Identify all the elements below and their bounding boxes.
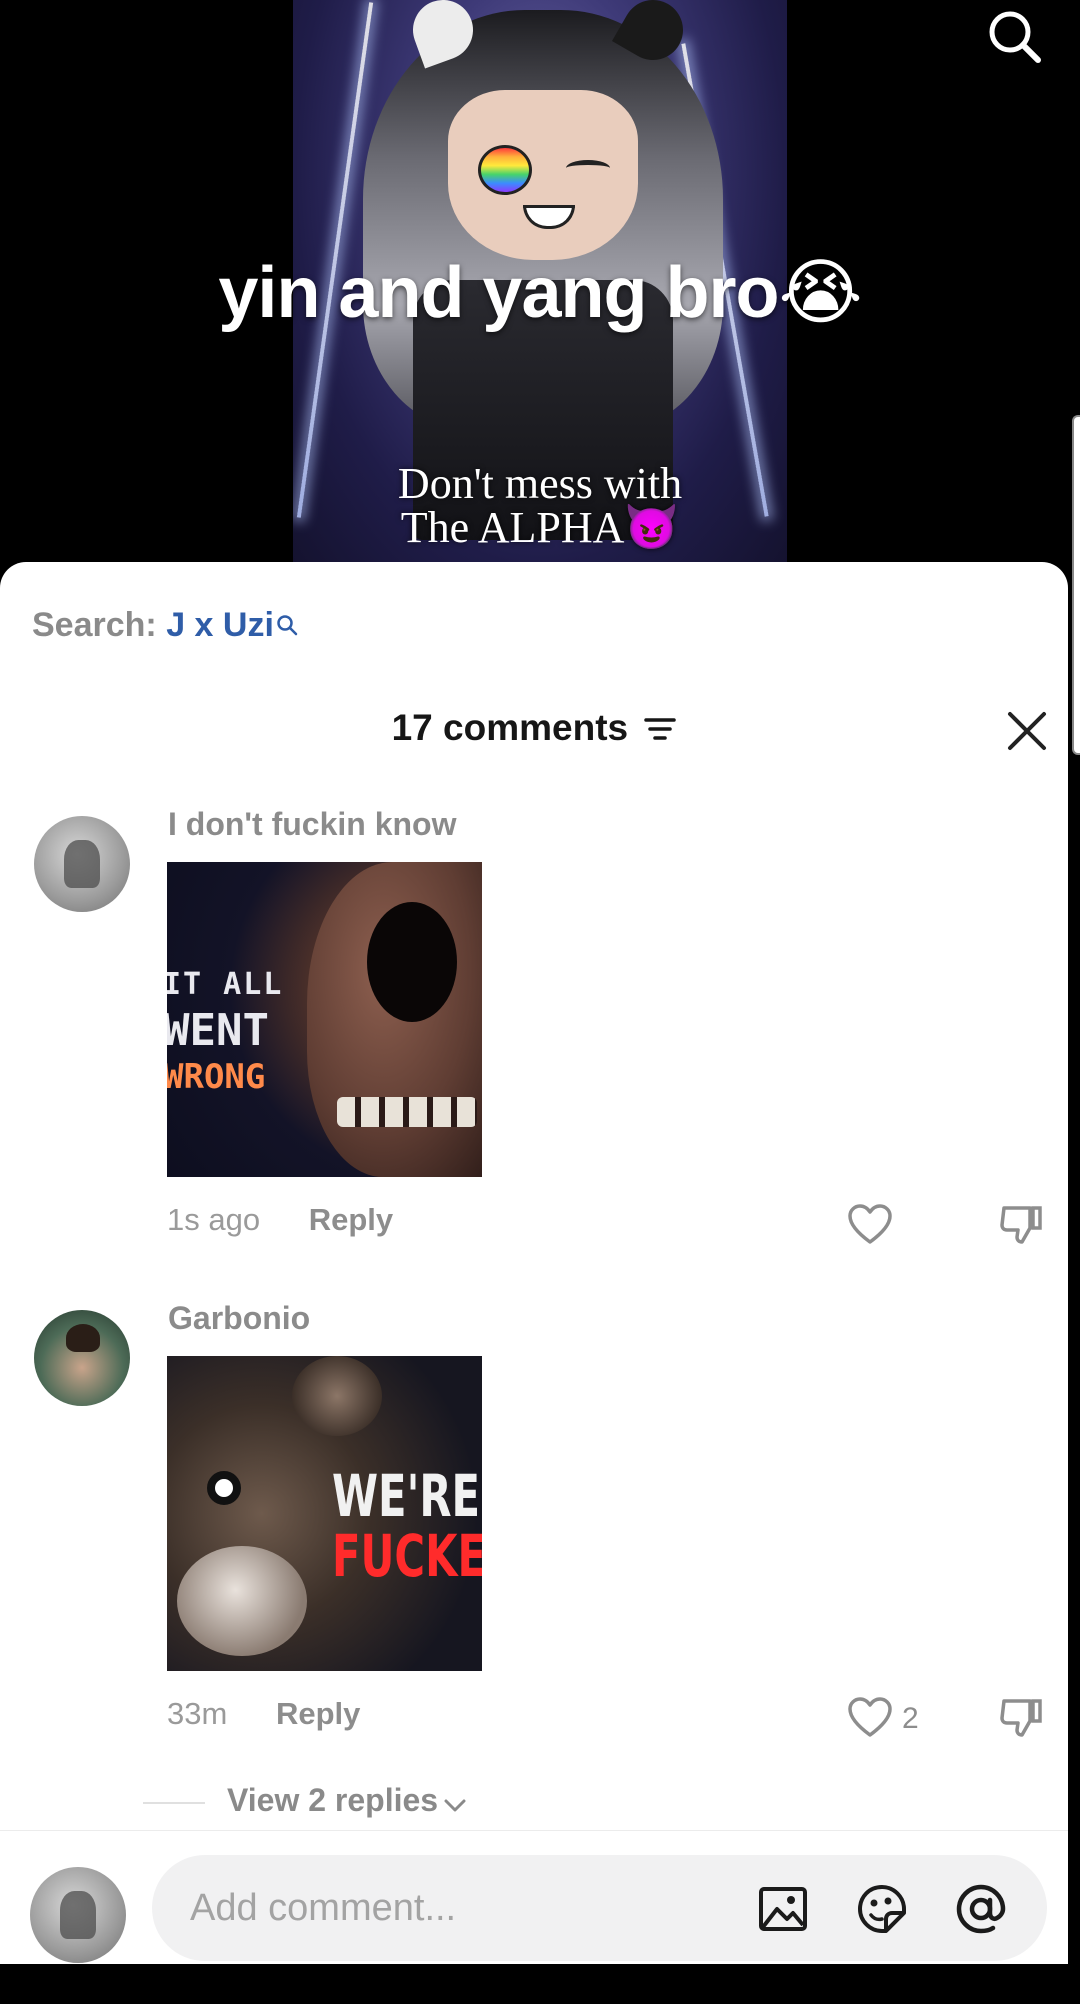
character-face (448, 90, 638, 260)
gif-bear-snout (177, 1546, 307, 1656)
avatar[interactable] (34, 1310, 130, 1406)
close-icon[interactable] (1004, 708, 1050, 754)
system-nav-bar (0, 1964, 1080, 2004)
comment-composer (0, 1830, 1068, 1964)
avatar[interactable] (34, 816, 130, 912)
heart-icon[interactable] (847, 1202, 893, 1248)
gif-caption-line: WRONG (167, 1057, 266, 1097)
overlay-line-2: The ALPHA😈 (400, 503, 680, 552)
gif-caption-line: WENT (167, 1005, 269, 1056)
related-search-query[interactable]: J x Uzi (166, 606, 274, 644)
related-search[interactable]: Search: J x Uzi (32, 606, 298, 645)
side-scroll-handle[interactable] (1072, 415, 1080, 755)
gif-caption: IT ALL WENT WRONG (167, 962, 283, 1100)
gif-bear-eye (367, 902, 457, 1022)
gif-caption: WE'RE FUCKED (332, 1466, 482, 1586)
comment-meta: 1s ago Reply (167, 1202, 393, 1238)
comment-input[interactable] (190, 1855, 710, 1961)
dislike-icon[interactable] (998, 1202, 1044, 1248)
sticker-icon[interactable] (856, 1883, 908, 1935)
comment-timestamp: 33m (167, 1696, 228, 1731)
comment-count: 17 comments (391, 707, 629, 748)
dislike-icon[interactable] (998, 1695, 1044, 1741)
related-search-prefix: Search: (32, 606, 167, 644)
view-replies-button[interactable]: View 2 replies (143, 1782, 466, 1821)
sort-icon[interactable] (644, 709, 677, 751)
gif-caption-line: WE'RE (332, 1462, 481, 1530)
smile (523, 205, 575, 229)
screen: yin and yang bro😭 Don't mess with The AL… (0, 0, 1080, 2004)
video-caption: yin and yang bro😭 (218, 253, 862, 333)
comment-gif[interactable]: IT ALL WENT WRONG (167, 862, 482, 1177)
comment-gif[interactable]: WE'RE FUCKED (167, 1356, 482, 1671)
winking-eye (566, 160, 610, 176)
rainbow-eye (478, 145, 532, 195)
reply-button[interactable]: Reply (276, 1696, 360, 1731)
comment-username[interactable]: Garbonio (168, 1300, 310, 1337)
view-replies-label: View 2 replies (227, 1782, 439, 1818)
comments-sheet: Search: J x Uzi 17 comments I don't fuck… (0, 562, 1068, 1962)
comment-input-container[interactable] (152, 1855, 1047, 1961)
gif-caption-line: IT ALL (167, 967, 284, 1002)
gif-bear-eye (207, 1471, 241, 1505)
comment-username[interactable]: I don't fuckin know (168, 806, 456, 843)
gif-bear-ear (292, 1356, 382, 1436)
search-icon (276, 606, 298, 645)
heart-icon[interactable] (847, 1695, 893, 1741)
image-icon[interactable] (757, 1883, 809, 1935)
search-icon[interactable] (986, 8, 1042, 64)
chevron-down-icon (444, 1784, 466, 1821)
gif-caption-line: FUCKED (332, 1522, 482, 1590)
video-overlay-text: Don't mess with The ALPHA😈 (293, 462, 787, 550)
avatar[interactable] (30, 1867, 126, 1963)
comment-timestamp: 1s ago (167, 1202, 261, 1237)
like-count: 2 (902, 1702, 919, 1735)
gif-bear-teeth (337, 1097, 477, 1127)
video-player[interactable]: yin and yang bro😭 Don't mess with The AL… (0, 0, 1080, 570)
overlay-line-1: Don't mess with (397, 459, 683, 508)
mention-icon[interactable] (955, 1883, 1007, 1935)
comments-header[interactable]: 17 comments (0, 707, 1068, 751)
comment-meta: 33m Reply (167, 1696, 360, 1732)
divider (143, 1801, 205, 1804)
reply-button[interactable]: Reply (309, 1202, 393, 1237)
